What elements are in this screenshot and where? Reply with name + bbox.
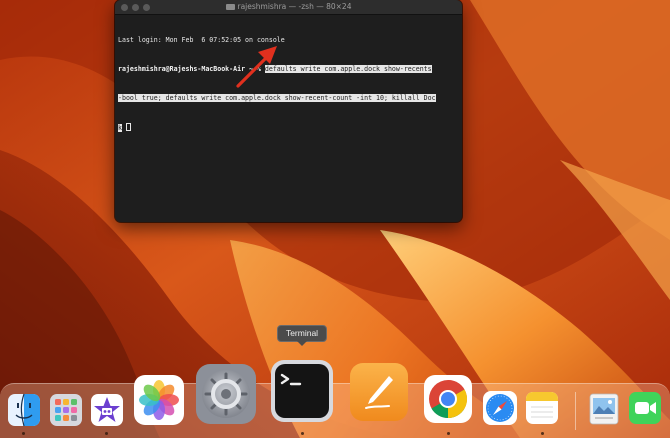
selected-command-text-1: defaults write com.apple.dock show-recen… <box>264 64 432 73</box>
imovie-running-indicator <box>105 432 108 435</box>
selected-command-text-2: -bool true; defaults write com.apple.doc… <box>118 93 436 102</box>
terminal-output[interactable]: Last login: Mon Feb 6 07:52:05 on consol… <box>118 17 460 151</box>
command-line-1: rajeshmishra@Rajeshs-MacBook-Air ~ % def… <box>118 64 460 75</box>
preview-icon[interactable] <box>586 391 622 427</box>
terminal-titlebar[interactable]: rajeshmishra — -zsh — 80×24 <box>115 0 462 15</box>
finder-running-indicator <box>22 432 25 435</box>
dock-tooltip-tail <box>297 341 307 346</box>
command-line-2: -bool true; defaults write com.apple.doc… <box>118 93 460 104</box>
terminal-running-indicator <box>301 432 304 435</box>
dock-separator <box>575 392 576 430</box>
terminal-window[interactable]: rajeshmishra — -zsh — 80×24 Last login: … <box>115 0 462 222</box>
imovie-icon[interactable] <box>90 393 124 427</box>
dock-tooltip: Terminal <box>277 325 327 342</box>
photos-icon[interactable] <box>133 374 185 426</box>
annotation-arrow-icon <box>236 46 277 88</box>
settings-icon[interactable] <box>195 363 257 425</box>
last-login-line: Last login: Mon Feb 6 07:52:05 on consol… <box>118 36 285 45</box>
terminal-icon[interactable] <box>270 359 334 423</box>
chrome-icon[interactable] <box>423 374 473 424</box>
launchpad-icon[interactable] <box>49 393 83 427</box>
pages-icon[interactable] <box>349 362 409 422</box>
window-title: rajeshmishra — -zsh — 80×24 <box>115 1 462 13</box>
folder-icon <box>225 4 235 10</box>
selected-command-text-3: k <box>118 123 122 132</box>
window-title-text: rajeshmishra — -zsh — 80×24 <box>237 2 352 11</box>
facetime-icon[interactable] <box>628 391 662 425</box>
safari-icon[interactable] <box>482 390 518 426</box>
text-cursor <box>125 122 131 131</box>
notes-icon[interactable] <box>525 391 559 425</box>
finder-icon[interactable] <box>7 393 41 427</box>
chrome-running-indicator <box>447 432 450 435</box>
command-line-3: k <box>118 122 460 133</box>
notes-running-indicator <box>541 432 544 435</box>
